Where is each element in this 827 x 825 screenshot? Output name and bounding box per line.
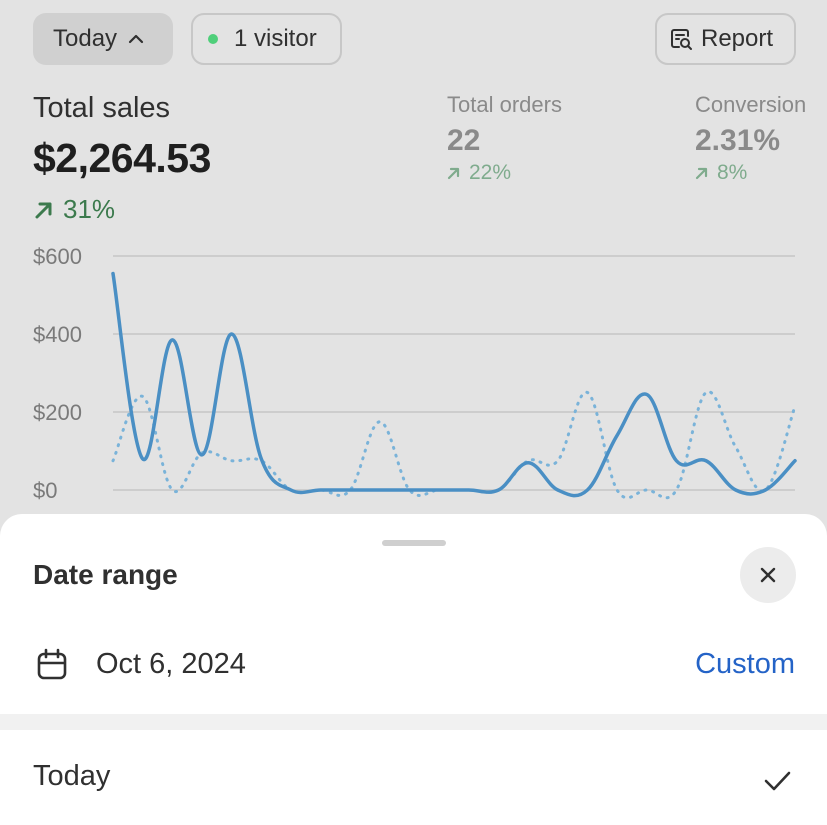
date-filter-label: Today — [53, 25, 118, 52]
total-orders-label: Total orders — [447, 92, 562, 117]
y-tick-label: $0 — [33, 478, 57, 503]
total-sales-label: Total sales — [33, 92, 171, 124]
selected-date: Oct 6, 2024 — [96, 648, 246, 680]
total-sales-value: $2,264.53 — [33, 135, 211, 181]
close-icon — [760, 567, 776, 583]
total-orders-change-value: 22% — [469, 161, 512, 184]
report-label: Report — [701, 25, 774, 52]
conversion-change-value: 8% — [717, 161, 748, 184]
total-orders-change: 22% — [447, 161, 511, 185]
range-option-label: Today — [33, 760, 111, 792]
conversion-change: 8% — [695, 161, 747, 185]
chart-grid — [113, 255, 795, 491]
current-series-line — [111, 271, 797, 498]
conversion-value: 2.31% — [695, 124, 781, 157]
arrow-up-right-icon — [695, 167, 708, 180]
sheet-drag-handle[interactable] — [382, 540, 446, 546]
report-search-icon — [671, 29, 692, 50]
calendar-icon — [37, 648, 67, 680]
sales-line-chart: $600 $400 $200 $0 — [33, 244, 797, 503]
chart-series — [111, 271, 797, 500]
custom-range-link[interactable]: Custom — [695, 648, 795, 681]
chevron-up-icon — [128, 34, 144, 44]
checkmark-icon — [764, 771, 791, 791]
y-tick-label: $400 — [33, 322, 82, 347]
arrow-up-right-icon — [447, 167, 460, 180]
section-divider — [0, 714, 827, 730]
date-range-sheet: Date range Oct 6, 2024 Custom Today — [0, 514, 827, 825]
y-tick-label: $200 — [33, 400, 82, 425]
total-sales-change-value: 31% — [63, 194, 116, 224]
live-status-dot — [208, 34, 218, 44]
live-visitors-button[interactable]: 1 visitor — [191, 13, 342, 65]
visitors-label: 1 visitor — [234, 25, 317, 52]
range-option-today[interactable]: Today — [0, 730, 827, 825]
close-button[interactable] — [740, 547, 796, 603]
chart-y-axis: $600 $400 $200 $0 — [33, 244, 82, 503]
report-button[interactable]: Report — [655, 13, 796, 65]
conversion-label: Conversion — [695, 92, 807, 117]
date-selector-row[interactable]: Oct 6, 2024 Custom — [0, 634, 827, 704]
sheet-title: Date range — [33, 559, 178, 590]
total-sales-change: 31% — [33, 194, 115, 225]
total-orders-value: 22 — [447, 124, 481, 157]
arrow-up-right-icon — [35, 202, 52, 218]
y-tick-label: $600 — [33, 244, 82, 269]
date-filter-button[interactable]: Today — [33, 13, 173, 65]
